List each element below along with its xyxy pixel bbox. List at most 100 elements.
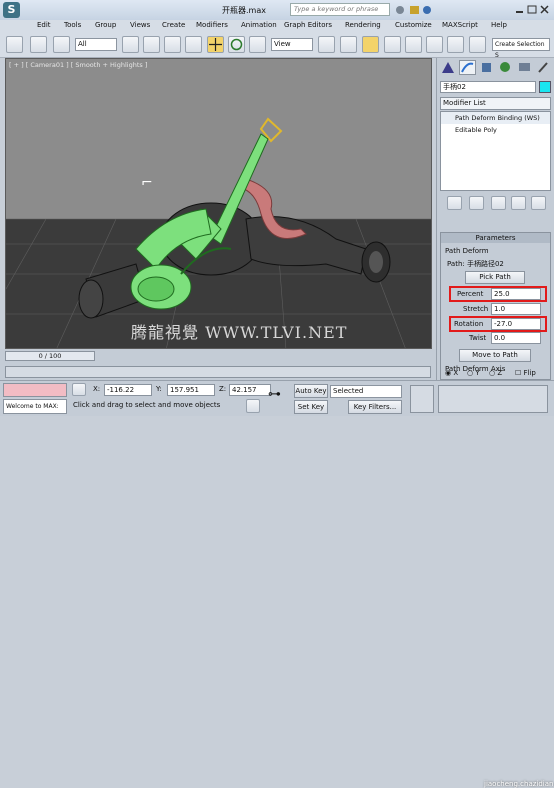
lock-selection-icon[interactable] (72, 383, 86, 396)
close-icon (540, 5, 549, 14)
scale-icon[interactable] (249, 36, 266, 53)
hierarchy-tab-icon[interactable] (478, 60, 495, 75)
percent-spinner[interactable]: 25.0 (491, 288, 541, 300)
rotation-spinner[interactable]: -27.0 (491, 318, 541, 330)
motion-tab-icon[interactable] (497, 60, 514, 75)
spinner-snap-icon[interactable] (447, 36, 464, 53)
move-to-path-button[interactable]: Move to Path (459, 349, 531, 362)
link-icon[interactable] (30, 36, 47, 53)
main-toolbar: All View Create Selection S (0, 32, 554, 59)
x-label: X: (93, 385, 101, 393)
modify-tab-icon[interactable] (459, 60, 476, 75)
rotate-icon[interactable] (228, 36, 245, 53)
y-label: Y: (156, 385, 162, 393)
select-by-name-icon[interactable] (143, 36, 160, 53)
pin-stack-icon[interactable] (447, 196, 462, 210)
twist-label: Twist (469, 334, 487, 342)
track-bar[interactable] (5, 366, 431, 378)
axis-radio-group: ◉ X ○ Y ○ Z ☐ Flip (443, 369, 551, 379)
y-coord-field[interactable]: 157.951 (167, 384, 215, 396)
help-icon (423, 6, 431, 14)
configure-sets-icon[interactable] (531, 196, 546, 210)
viewport-camera01[interactable]: ⌐ [ + ] [ Camera01 ] [ Smooth + Highligh… (5, 58, 432, 349)
site-watermark: jiaocheng.chazidian.com (484, 780, 554, 788)
titlebar-icons (396, 6, 431, 14)
menu-modifiers[interactable]: Modifiers (196, 21, 228, 29)
bind-space-warp-icon[interactable] (53, 36, 70, 53)
undo-icon[interactable] (6, 36, 23, 53)
pick-path-button[interactable]: Pick Path (465, 271, 525, 284)
x-coord-field[interactable]: -116.22 (104, 384, 152, 396)
time-slider[interactable]: 0 / 100 (5, 351, 95, 361)
snap-icon[interactable] (384, 36, 401, 53)
angle-snap-icon[interactable] (405, 36, 422, 53)
rollout-header[interactable]: Parameters (441, 233, 550, 243)
window-crossing-icon[interactable] (185, 36, 202, 53)
pivot-center-icon[interactable] (318, 36, 335, 53)
stretch-spinner[interactable]: 1.0 (491, 303, 541, 315)
set-key-button[interactable]: Set Key (294, 400, 328, 414)
app-logo-icon[interactable]: S (3, 2, 20, 18)
key-mode-dropdown[interactable]: Selected (330, 385, 402, 398)
welcome-text[interactable]: Welcome to MAX: (3, 399, 67, 414)
select-object-icon[interactable] (122, 36, 139, 53)
viewport-navigation-controls[interactable] (438, 385, 548, 413)
axis-x-radio[interactable]: ◉ X (445, 369, 458, 377)
selection-filter-dropdown[interactable]: All (75, 38, 117, 51)
modifier-list-dropdown[interactable]: Modifier List (440, 97, 551, 110)
stretch-label: Stretch (463, 305, 489, 313)
display-tab-icon[interactable] (516, 60, 533, 75)
add-time-tag-icon[interactable] (246, 399, 260, 413)
menu-maxscript[interactable]: MAXScript (442, 21, 478, 29)
menu-graph-editors[interactable]: Graph Editors (284, 21, 332, 29)
show-end-result-icon[interactable] (469, 196, 484, 210)
manipulate-icon[interactable] (340, 36, 357, 53)
percent-snap-icon[interactable] (426, 36, 443, 53)
move-icon[interactable] (207, 36, 224, 53)
menu-animation[interactable]: Animation (241, 21, 277, 29)
search-input[interactable]: Type a keyword or phrase (290, 3, 390, 16)
rotation-label: Rotation (454, 320, 484, 328)
named-selection-dropdown[interactable]: Create Selection S (492, 38, 550, 59)
maxscript-listener[interactable] (3, 383, 67, 397)
utilities-tab-icon[interactable] (535, 60, 552, 75)
z-coord-field[interactable]: 42.157 (229, 384, 271, 396)
keyboard-shortcut-icon[interactable] (362, 36, 379, 53)
menu-bar: Edit Tools Group Views Create Modifiers … (0, 20, 554, 32)
playback-controls[interactable] (410, 385, 434, 413)
modifier-stack: Path Deform Binding (WS) Editable Poly (440, 111, 551, 191)
menu-views[interactable]: Views (130, 21, 150, 29)
menu-tools[interactable]: Tools (64, 21, 81, 29)
remove-modifier-icon[interactable] (511, 196, 526, 210)
menu-group[interactable]: Group (95, 21, 116, 29)
axis-y-radio[interactable]: ○ Y (467, 369, 480, 377)
image-watermark: 腾龍視覺 WWW.TLVI.NET (131, 323, 348, 342)
document-title: 开瓶器.max (222, 6, 266, 15)
command-panel: 手柄02 Modifier List Path Deform Binding (… (436, 58, 554, 380)
reference-coord-dropdown[interactable]: View (271, 38, 313, 51)
menu-help[interactable]: Help (491, 21, 507, 29)
viewport-label[interactable]: [ + ] [ Camera01 ] [ Smooth + Highlights… (9, 61, 147, 69)
create-tab-icon[interactable] (440, 60, 457, 75)
key-filters-button[interactable]: Key Filters... (348, 400, 402, 414)
rect-selection-icon[interactable] (164, 36, 181, 53)
binoculars-icon (396, 6, 404, 14)
percent-label: Percent (457, 290, 484, 298)
maximize-icon (527, 5, 537, 14)
make-unique-icon[interactable] (491, 196, 506, 210)
flip-checkbox[interactable]: ☐ Flip (515, 369, 536, 377)
path-label: Path: 手柄路径02 (447, 260, 504, 268)
menu-create[interactable]: Create (162, 21, 185, 29)
menu-edit[interactable]: Edit (37, 21, 51, 29)
twist-spinner[interactable]: 0.0 (491, 332, 541, 344)
menu-rendering[interactable]: Rendering (345, 21, 381, 29)
edit-named-selections-icon[interactable] (469, 36, 486, 53)
stack-item-path-deform[interactable]: Path Deform Binding (WS) (441, 112, 550, 124)
object-color-swatch[interactable] (539, 81, 551, 93)
axis-z-radio[interactable]: ○ Z (489, 369, 502, 377)
auto-key-button[interactable]: Auto Key (294, 384, 328, 398)
window-controls[interactable] (515, 4, 551, 16)
menu-customize[interactable]: Customize (395, 21, 432, 29)
object-name-field[interactable]: 手柄02 (440, 81, 536, 93)
stack-item-editable-poly[interactable]: Editable Poly (441, 124, 550, 136)
